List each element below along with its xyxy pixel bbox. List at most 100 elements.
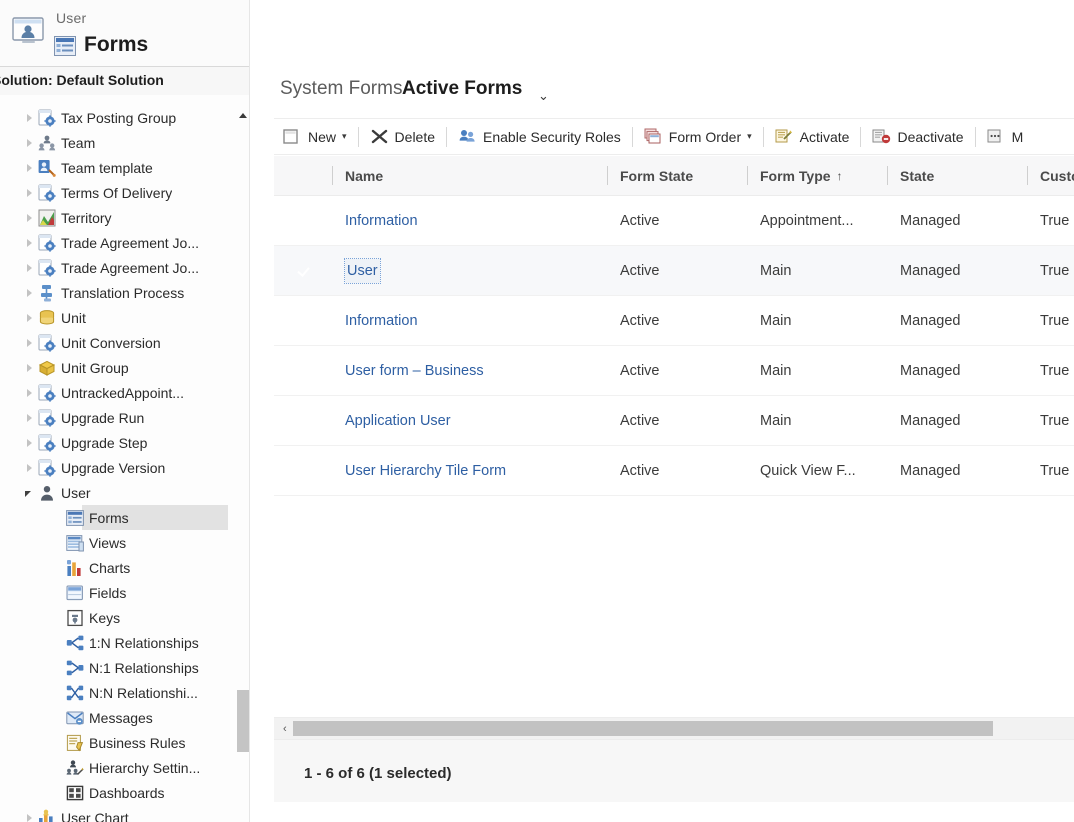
tree-twisty[interactable] (24, 811, 38, 822)
column-header-custo[interactable]: Custo (1040, 156, 1074, 196)
tree-item-views[interactable]: Views (0, 530, 236, 555)
cell-name[interactable]: Information (345, 296, 418, 346)
tree-twisty[interactable] (24, 461, 38, 475)
cell-state: Managed (900, 196, 960, 246)
tree-twisty[interactable] (24, 311, 38, 325)
tree-item-user[interactable]: User (0, 480, 236, 505)
tree-item-forms[interactable]: Forms (0, 505, 228, 530)
tree-item-unit-conversion[interactable]: Unit Conversion (0, 330, 236, 355)
column-header-form-type[interactable]: Form Type↑ (760, 156, 843, 196)
fields-icon (66, 584, 84, 602)
row-checkbox[interactable] (296, 462, 313, 479)
entity-gear-icon (38, 459, 56, 477)
row-checkbox[interactable] (296, 412, 313, 429)
tree-item-team-template[interactable]: Team template (0, 155, 236, 180)
tree-item-unit-group[interactable]: Unit Group (0, 355, 236, 380)
tree-twisty[interactable] (24, 261, 38, 275)
scroll-up-arrow-icon[interactable] (239, 113, 247, 118)
tree-scrollbar-thumb[interactable] (237, 690, 249, 752)
tree-item-1-n-relationships[interactable]: 1:N Relationships (0, 630, 236, 655)
tree-twisty[interactable] (24, 411, 38, 425)
tree-item-trade-agreement-jo[interactable]: Trade Agreement Jo... (0, 255, 236, 280)
tree-vertical-scrollbar[interactable] (236, 105, 250, 822)
tree-twisty[interactable] (24, 186, 38, 200)
tree-twisty[interactable] (24, 286, 38, 300)
tree-item-label: N:N Relationshi... (89, 685, 198, 701)
grid-horizontal-scrollbar[interactable]: ‹ (274, 717, 1074, 739)
cell-name[interactable]: User form – Business (345, 346, 484, 396)
command-deactivate-button[interactable]: Deactivate (863, 119, 972, 155)
tree-item-label: Keys (89, 610, 120, 626)
tree-item-territory[interactable]: Territory (0, 205, 236, 230)
chevron-down-icon[interactable]: ▾ (747, 131, 752, 142)
column-divider[interactable] (607, 166, 608, 185)
row-checkbox[interactable] (296, 262, 313, 279)
forms-grid[interactable]: InformationActiveAppointment...ManagedTr… (274, 196, 1074, 717)
tree-item-user-chart[interactable]: User Chart (0, 805, 236, 822)
tree-item-upgrade-run[interactable]: Upgrade Run (0, 405, 236, 430)
row-checkbox[interactable] (296, 212, 313, 229)
command-new-button[interactable]: New▾ (274, 119, 356, 155)
tree-item-untrackedappoint[interactable]: UntrackedAppoint... (0, 380, 236, 405)
tree-item-label: Hierarchy Settin... (89, 760, 200, 776)
command-activate-button[interactable]: Activate (766, 119, 859, 155)
tree-item-trade-agreement-jo[interactable]: Trade Agreement Jo... (0, 230, 236, 255)
tree-item-upgrade-step[interactable]: Upgrade Step (0, 430, 236, 455)
tree-item-keys[interactable]: Keys (0, 605, 236, 630)
command-delete-button[interactable]: Delete (361, 119, 444, 155)
tree-item-messages[interactable]: Messages (0, 705, 236, 730)
row-checkbox[interactable] (296, 312, 313, 329)
component-tree[interactable]: Tax Posting GroupTeamTeam templateTerms … (0, 105, 236, 822)
table-row[interactable]: Application UserActiveMainManagedTrue (274, 396, 1074, 446)
tree-twisty[interactable] (24, 236, 38, 250)
tree-twisty[interactable] (24, 161, 38, 175)
tree-item-translation-process[interactable]: Translation Process (0, 280, 236, 305)
row-checkbox[interactable] (296, 362, 313, 379)
cell-name[interactable]: User Hierarchy Tile Form (345, 446, 506, 496)
tree-twisty[interactable] (24, 436, 38, 450)
command-enable-security-roles-button[interactable]: Enable Security Roles (449, 119, 630, 155)
chevron-down-icon[interactable]: ⌄ (538, 88, 549, 104)
tree-twisty[interactable] (24, 486, 38, 500)
command-m-button[interactable]: M (978, 119, 1033, 155)
tree-item-unit[interactable]: Unit (0, 305, 236, 330)
tree-item-upgrade-version[interactable]: Upgrade Version (0, 455, 236, 480)
command-form-order-button[interactable]: Form Order▾ (635, 119, 761, 155)
active-view-button[interactable]: Active Forms (402, 78, 522, 100)
tree-item-n-1-relationships[interactable]: N:1 Relationships (0, 655, 236, 680)
column-divider[interactable] (747, 166, 748, 185)
tree-item-dashboards[interactable]: Dashboards (0, 780, 236, 805)
chevron-down-icon[interactable]: ▾ (342, 131, 347, 142)
column-header-state[interactable]: State (900, 156, 934, 196)
tree-item-terms-of-delivery[interactable]: Terms Of Delivery (0, 180, 236, 205)
tree-item-charts[interactable]: Charts (0, 555, 236, 580)
tree-item-tax-posting-group[interactable]: Tax Posting Group (0, 105, 236, 130)
tree-twisty[interactable] (24, 211, 38, 225)
tree-item-business-rules[interactable]: Business Rules (0, 730, 236, 755)
table-row[interactable]: User Hierarchy Tile FormActiveQuick View… (274, 446, 1074, 496)
table-row[interactable]: InformationActiveAppointment...ManagedTr… (274, 196, 1074, 246)
tree-twisty[interactable] (24, 136, 38, 150)
hscroll-thumb[interactable] (293, 721, 993, 736)
column-divider[interactable] (332, 166, 333, 185)
tree-item-team[interactable]: Team (0, 130, 236, 155)
tree-twisty[interactable] (24, 361, 38, 375)
tree-item-fields[interactable]: Fields (0, 580, 236, 605)
table-row[interactable]: InformationActiveMainManagedTrue (274, 296, 1074, 346)
entity-header: User Forms (0, 0, 250, 67)
column-divider[interactable] (1027, 166, 1028, 185)
tree-twisty[interactable] (24, 336, 38, 350)
table-row[interactable]: UserActiveMainManagedTrue (274, 246, 1074, 296)
tree-item-n-n-relationshi[interactable]: N:N Relationshi... (0, 680, 236, 705)
tree-item-hierarchy-settin[interactable]: Hierarchy Settin... (0, 755, 236, 780)
column-header-form-state[interactable]: Form State (620, 156, 693, 196)
scroll-left-arrow-icon[interactable]: ‹ (283, 723, 287, 735)
cell-name[interactable]: User (345, 259, 380, 283)
column-header-name[interactable]: Name (345, 156, 383, 196)
cell-name[interactable]: Information (345, 196, 418, 246)
tree-twisty[interactable] (24, 111, 38, 125)
table-row[interactable]: User form – BusinessActiveMainManagedTru… (274, 346, 1074, 396)
cell-name[interactable]: Application User (345, 396, 451, 446)
column-divider[interactable] (887, 166, 888, 185)
tree-twisty[interactable] (24, 386, 38, 400)
